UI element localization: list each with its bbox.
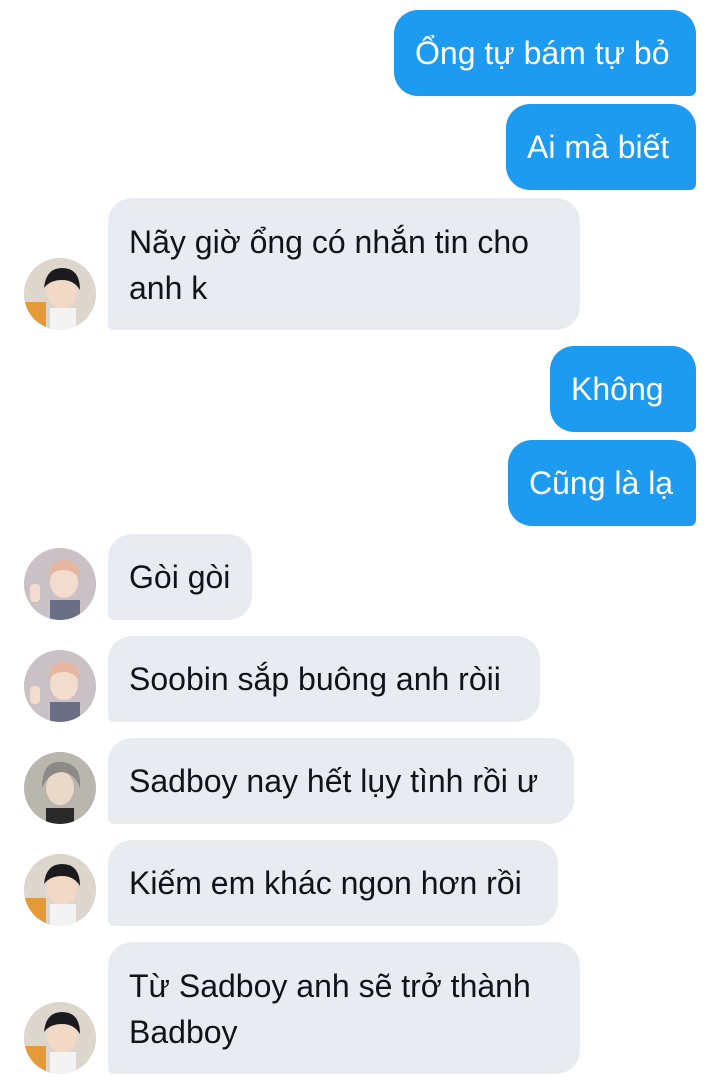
message-bubble-incoming[interactable]: Kiếm em khác ngon hơn rồi bbox=[108, 840, 558, 926]
message-bubble-outgoing[interactable]: Cũng là lạ bbox=[508, 440, 696, 526]
profile-photo-dark-hair-icon[interactable] bbox=[24, 258, 96, 330]
message-text: Nãy giờ ổng có nhắn tin cho anh k bbox=[129, 224, 529, 306]
message-text: Gòi gòi bbox=[129, 559, 231, 595]
message-bubble-incoming[interactable]: Từ Sadboy anh sẽ trở thành Badboy bbox=[108, 942, 580, 1074]
message-text: Từ Sadboy anh sẽ trở thành Badboy bbox=[129, 968, 531, 1050]
message-bubble-incoming[interactable]: Gòi gòi bbox=[108, 534, 252, 620]
message-bubble-outgoing[interactable]: Ổng tự bám tự bỏ bbox=[394, 10, 696, 96]
message-text: Sadboy nay hết lụy tình rồi ư bbox=[129, 763, 539, 799]
message-thread: Ổng tự bám tự bỏ Ai mà biết Nãy giờ ổng … bbox=[0, 0, 720, 1080]
profile-photo-pink-hair-icon[interactable] bbox=[24, 650, 96, 722]
message-bubble-incoming[interactable]: Nãy giờ ổng có nhắn tin cho anh k bbox=[108, 198, 580, 330]
message-bubble-incoming[interactable]: Sadboy nay hết lụy tình rồi ư bbox=[108, 738, 574, 824]
message-text: Cũng là lạ bbox=[529, 465, 674, 501]
message-bubble-incoming[interactable]: Soobin sắp buông anh ròii bbox=[108, 636, 540, 722]
profile-photo-dark-hair-icon[interactable] bbox=[24, 854, 96, 926]
message-text: Kiếm em khác ngon hơn rồi bbox=[129, 865, 522, 901]
message-bubble-outgoing[interactable]: Ai mà biết bbox=[506, 104, 696, 190]
profile-photo-dark-hair-icon[interactable] bbox=[24, 1002, 96, 1074]
profile-photo-grey-hair-icon[interactable] bbox=[24, 752, 96, 824]
message-text: Ổng tự bám tự bỏ bbox=[415, 35, 670, 71]
message-text: Soobin sắp buông anh ròii bbox=[129, 661, 501, 697]
message-bubble-outgoing[interactable]: Không bbox=[550, 346, 696, 432]
message-text: Không bbox=[571, 371, 664, 407]
message-text: Ai mà biết bbox=[527, 129, 670, 165]
profile-photo-pink-hair-icon[interactable] bbox=[24, 548, 96, 620]
